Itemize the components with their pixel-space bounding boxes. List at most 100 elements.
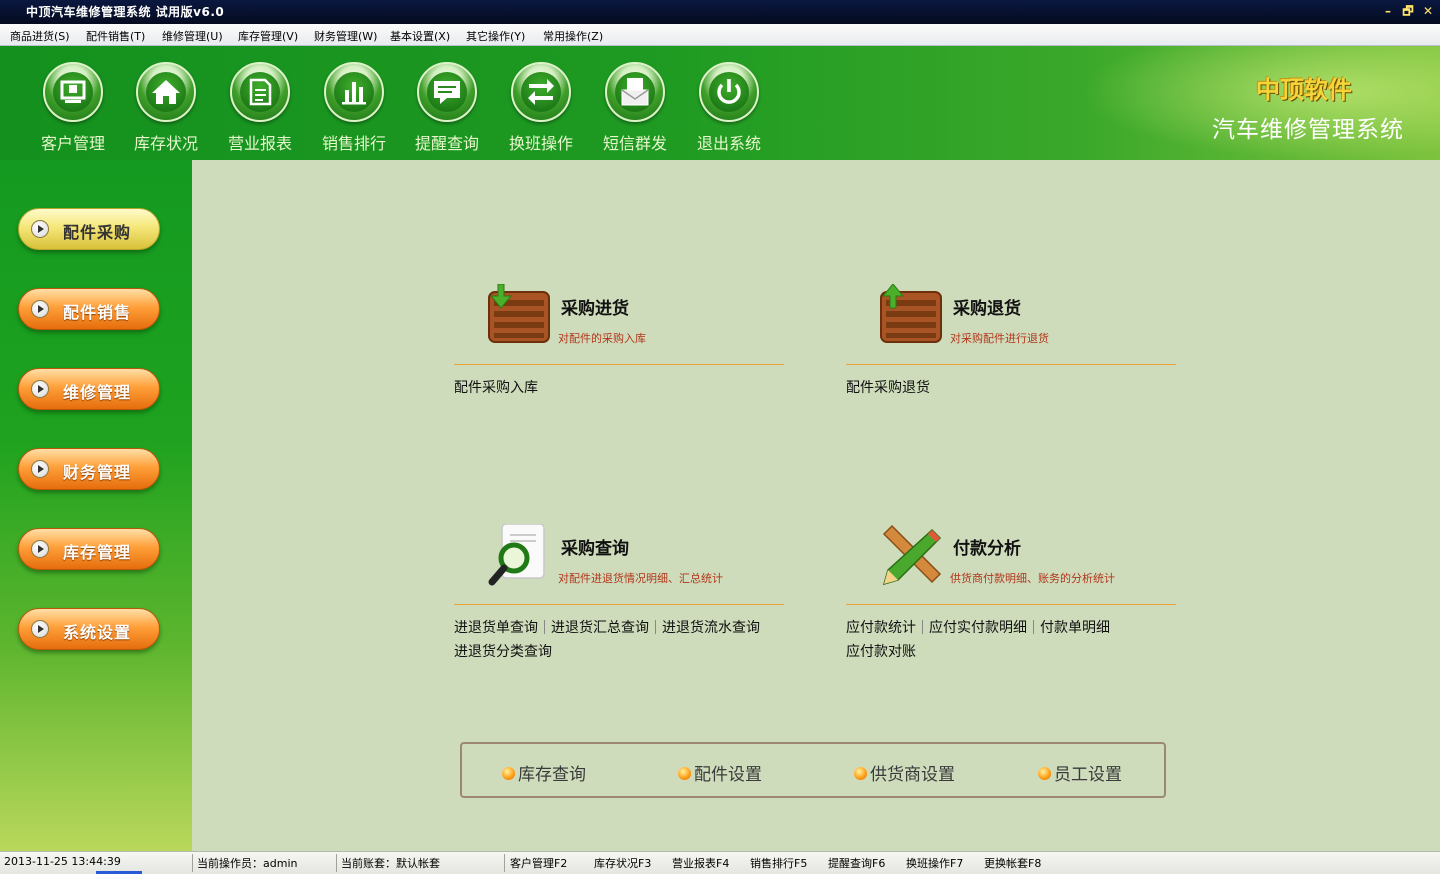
toolbar-reminder-button[interactable]: 提醒查询	[406, 60, 488, 156]
bullet-icon	[854, 767, 867, 780]
toolbar-label: 换班操作	[508, 134, 573, 153]
brand-name: 中顶软件	[1256, 75, 1352, 104]
quick-links-panel: 库存查询 配件设置 供货商设置 员工设置	[460, 742, 1166, 798]
header-banner: 客户管理 库存状况 营业报表 销售排行 提醒查询 换班操作 短信群发 退出系统 …	[0, 46, 1440, 160]
link-payable-actual-detail[interactable]: 应付实付款明细	[929, 620, 1027, 636]
fkey-stock-status[interactable]: 库存状况F3	[594, 855, 651, 871]
main-content: 采购进货 对配件的采购入库 配件采购入库 采购退货 对采购配件进行退货 配件采购…	[192, 160, 1440, 851]
feature-title[interactable]: 采购退货	[953, 294, 1021, 319]
pencil-ruler-icon	[878, 524, 944, 590]
sidebar-item-repair[interactable]: 维修管理	[18, 368, 160, 410]
bar-chart-icon	[324, 62, 384, 122]
restore-button[interactable]: 🗗	[1400, 2, 1416, 20]
feature-description: 供货商付款明细、账务的分析统计	[950, 572, 1115, 585]
message-icon	[417, 62, 477, 122]
sidebar-item-label: 库存管理	[63, 543, 132, 562]
minimize-button[interactable]: –	[1380, 2, 1396, 20]
toolbar-exit-button[interactable]: 退出系统	[688, 60, 770, 156]
play-icon	[31, 460, 49, 478]
link-parts-purchase-return[interactable]: 配件采购退货	[846, 380, 930, 396]
sidebar-item-parts-sales[interactable]: 配件销售	[18, 288, 160, 330]
menu-item-settings[interactable]: 基本设置(X)	[390, 28, 450, 44]
toolbar-stock-status-button[interactable]: 库存状况	[125, 60, 207, 156]
link-return-flow-query[interactable]: 进退货流水查询	[662, 620, 760, 636]
sidebar-item-label: 维修管理	[63, 383, 132, 402]
sidebar-item-finance[interactable]: 财务管理	[18, 448, 160, 490]
toolbar-label: 退出系统	[696, 134, 761, 153]
toolbar-sms-button[interactable]: 短信群发	[594, 60, 676, 156]
home-icon	[136, 62, 196, 122]
fkey-reminder[interactable]: 提醒查询F6	[828, 855, 885, 871]
status-account: 当前账套：默认帐套	[341, 857, 440, 870]
toolbar-label: 提醒查询	[414, 134, 479, 153]
quick-link-stock-query[interactable]: 库存查询	[502, 760, 586, 785]
toolbar-shift-button[interactable]: 换班操作	[500, 60, 582, 156]
sidebar-item-parts-purchase[interactable]: 配件采购	[18, 208, 160, 250]
link-parts-purchase-in[interactable]: 配件采购入库	[454, 380, 538, 396]
menu-item-common[interactable]: 常用操作(Z)	[543, 28, 603, 44]
link-return-order-query[interactable]: 进退货单查询	[454, 620, 538, 636]
sidebar-item-label: 系统设置	[63, 623, 132, 642]
toolbar-label: 库存状况	[133, 134, 198, 153]
crate-out-icon	[878, 283, 944, 350]
monitor-icon	[43, 62, 103, 122]
quick-link-supplier-settings[interactable]: 供货商设置	[854, 760, 955, 785]
quick-link-parts-settings[interactable]: 配件设置	[678, 760, 762, 785]
sidebar-item-label: 财务管理	[63, 463, 132, 482]
play-icon	[31, 620, 49, 638]
menu-item-other[interactable]: 其它操作(Y)	[466, 28, 525, 44]
toolbar-customer-button[interactable]: 客户管理	[32, 60, 114, 156]
feature-title[interactable]: 采购进货	[561, 294, 629, 319]
close-button[interactable]: ✕	[1420, 2, 1436, 20]
feature-links: 应付款统计 应付实付款明细 付款单明细 应付款对账	[846, 616, 1206, 664]
toolbar-label: 客户管理	[40, 134, 105, 153]
quick-link-staff-settings[interactable]: 员工设置	[1038, 760, 1122, 785]
fkey-change-account[interactable]: 更换帐套F8	[984, 855, 1041, 871]
toolbar-report-button[interactable]: 营业报表	[219, 60, 301, 156]
toolbar-label: 营业报表	[227, 134, 292, 153]
feature-title[interactable]: 采购查询	[561, 534, 629, 559]
toolbar-label: 短信群发	[602, 134, 667, 153]
link-payment-order-detail[interactable]: 付款单明细	[1040, 620, 1110, 636]
menu-item-finance[interactable]: 财务管理(W)	[314, 28, 377, 44]
fkey-sales-rank[interactable]: 销售排行F5	[750, 855, 807, 871]
document-icon	[230, 62, 290, 122]
brand-subtitle: 汽车维修管理系统	[1212, 117, 1404, 143]
link-return-summary-query[interactable]: 进退货汇总查询	[551, 620, 649, 636]
fkey-shift[interactable]: 换班操作F7	[906, 855, 963, 871]
play-icon	[31, 220, 49, 238]
feature-description: 对配件的采购入库	[558, 332, 646, 345]
feature-description: 对采购配件进行退货	[950, 332, 1049, 345]
bullet-icon	[1038, 767, 1051, 780]
play-icon	[31, 300, 49, 318]
link-payable-reconcile[interactable]: 应付款对账	[846, 644, 916, 660]
divider	[846, 604, 1176, 605]
feature-description: 对配件进退货情况明细、汇总统计	[558, 572, 723, 585]
envelope-icon	[605, 62, 665, 122]
feature-links: 进退货单查询 进退货汇总查询 进退货流水查询 进退货分类查询	[454, 616, 814, 664]
feature-title[interactable]: 付款分析	[953, 534, 1021, 559]
toolbar-sales-rank-button[interactable]: 销售排行	[313, 60, 395, 156]
crate-in-icon	[486, 283, 552, 350]
play-icon	[31, 380, 49, 398]
toolbar-label: 销售排行	[321, 134, 386, 153]
status-datetime: 2013-11-25 13:44:39	[4, 855, 121, 868]
window-title: 中顶汽车维修管理系统 试用版v6.0	[26, 5, 225, 19]
menu-item-repair[interactable]: 维修管理(U)	[162, 28, 223, 44]
menu-item-inventory[interactable]: 库存管理(V)	[238, 28, 298, 44]
divider	[454, 364, 784, 365]
fkey-customer[interactable]: 客户管理F2	[510, 855, 567, 871]
sidebar-item-system-settings[interactable]: 系统设置	[18, 608, 160, 650]
play-icon	[31, 540, 49, 558]
status-operator: 当前操作员：admin	[197, 857, 298, 870]
sidebar: 配件采购 配件销售 维修管理 财务管理 库存管理 系统设置	[0, 160, 192, 851]
link-payable-stats[interactable]: 应付款统计	[846, 620, 916, 636]
sidebar-item-inventory[interactable]: 库存管理	[18, 528, 160, 570]
link-return-category-query[interactable]: 进退货分类查询	[454, 644, 552, 660]
fkey-report[interactable]: 营业报表F4	[672, 855, 729, 871]
menu-item-purchase[interactable]: 商品进货(S)	[10, 28, 70, 44]
menu-item-sales[interactable]: 配件销售(T)	[86, 28, 145, 44]
menu-bar: 商品进货(S) 配件销售(T) 维修管理(U) 库存管理(V) 财务管理(W) …	[0, 24, 1440, 46]
feature-links: 配件采购退货	[846, 376, 1206, 400]
sidebar-item-label: 配件销售	[63, 303, 132, 322]
